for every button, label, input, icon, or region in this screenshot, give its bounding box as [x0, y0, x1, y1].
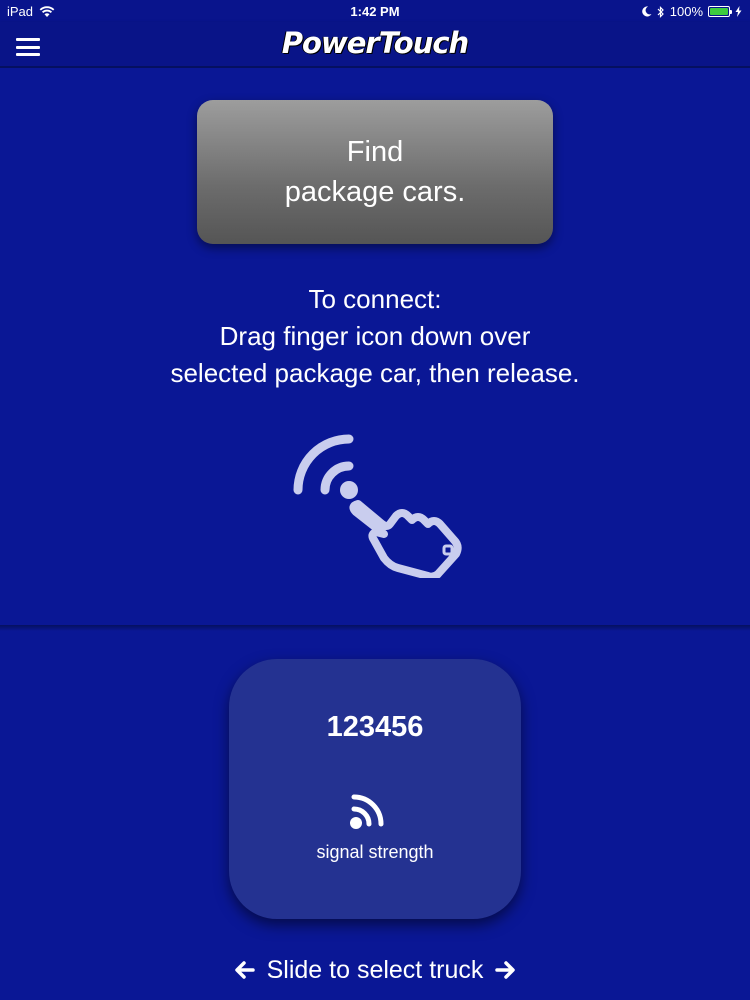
instructions-line3: selected package car, then release. [170, 358, 580, 388]
find-package-cars-button[interactable]: Find package cars. [197, 100, 553, 244]
moon-icon [641, 6, 652, 17]
instructions-line2: Drag finger icon down over [219, 321, 531, 351]
signal-strength-icon [350, 794, 384, 829]
arrow-right-icon[interactable] [495, 959, 517, 981]
panel-divider [0, 625, 750, 631]
drag-finger-wireless-icon[interactable] [288, 428, 464, 578]
find-button-line1: Find [346, 136, 404, 168]
charging-icon [735, 6, 742, 17]
battery-icon [708, 6, 732, 17]
instructions-line1: To connect: [308, 284, 442, 314]
signal-strength-label: signal strength [316, 842, 434, 862]
arrow-left-icon[interactable] [233, 959, 255, 981]
slide-label: Slide to select truck [266, 955, 484, 984]
upper-panel: Find package cars. To connect: Drag fing… [0, 68, 750, 625]
slide-to-select-bar: Slide to select truck [0, 953, 750, 987]
status-time: 1:42 PM [350, 4, 400, 19]
bluetooth-icon [657, 5, 664, 18]
status-right: 100% [641, 4, 742, 19]
truck-id: 123456 [326, 711, 424, 743]
nav-bar: PowerTouch [0, 22, 750, 68]
status-bar: iPad 1:42 PM 100% [0, 0, 750, 22]
powertouch-logo: PowerTouch [281, 26, 469, 60]
find-button-line2: package cars. [284, 176, 466, 208]
truck-card[interactable]: 123456 signal strength [229, 659, 521, 919]
connect-instructions: To connect: Drag finger icon down over s… [0, 281, 750, 392]
battery-percent: 100% [669, 4, 703, 19]
